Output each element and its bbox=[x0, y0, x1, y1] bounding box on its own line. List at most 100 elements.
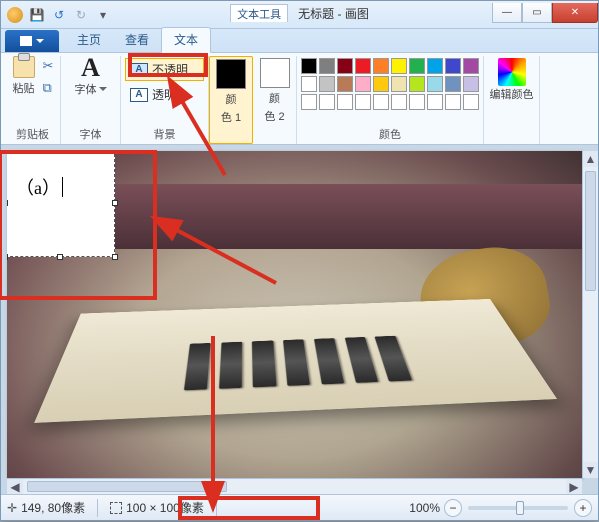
close-button[interactable]: ✕ bbox=[552, 3, 598, 23]
save-icon[interactable]: 💾 bbox=[29, 7, 45, 23]
group-background: A 不透明 A 透明 背景 bbox=[121, 56, 209, 144]
palette-swatch[interactable] bbox=[463, 58, 479, 74]
palette-swatch[interactable] bbox=[409, 58, 425, 74]
status-cursor-position: 149, 80像素 bbox=[7, 499, 85, 516]
group-label-clipboard: 剪贴板 bbox=[9, 126, 56, 142]
edit-colors-button[interactable]: 编辑颜色 bbox=[484, 56, 540, 144]
palette-swatch[interactable] bbox=[445, 58, 461, 74]
palette-swatch[interactable] bbox=[427, 58, 443, 74]
zoom-out-button[interactable]: − bbox=[444, 499, 462, 517]
group-clipboard: 粘贴 ✂ ⧉ 剪贴板 bbox=[5, 56, 61, 144]
color1-label-l2: 色 1 bbox=[221, 109, 241, 125]
palette-swatch[interactable] bbox=[391, 58, 407, 74]
cursor-position-text: 149, 80像素 bbox=[21, 499, 85, 516]
canvas[interactable]: （a） bbox=[7, 151, 582, 478]
qat-customize-icon[interactable]: ▾ bbox=[95, 7, 111, 23]
title-bar: 💾 ↺ ↻ ▾ 文本工具 无标题 - 画图 — ▭ ✕ bbox=[1, 1, 598, 29]
clipboard-icon bbox=[13, 56, 35, 78]
scroll-left-icon[interactable]: ◀ bbox=[7, 479, 23, 494]
group-label-background: 背景 bbox=[125, 126, 204, 142]
color2-button[interactable]: 颜 色 2 bbox=[253, 56, 297, 144]
font-glyph-icon: A bbox=[81, 55, 100, 81]
zoom-thumb[interactable] bbox=[516, 501, 524, 515]
palette-swatch[interactable] bbox=[463, 94, 479, 110]
tab-text[interactable]: 文本 bbox=[161, 27, 211, 53]
hscroll-thumb[interactable] bbox=[27, 481, 227, 492]
scroll-up-icon[interactable]: ▲ bbox=[583, 151, 598, 167]
palette-swatch[interactable] bbox=[391, 76, 407, 92]
contextual-tab-label: 文本工具 bbox=[230, 4, 288, 22]
edit-colors-icon bbox=[498, 58, 526, 86]
resize-handle-br[interactable] bbox=[112, 254, 118, 260]
app-icon bbox=[7, 7, 23, 23]
palette-swatch[interactable] bbox=[409, 94, 425, 110]
color1-button[interactable]: 颜 色 1 bbox=[209, 56, 253, 144]
resize-handle-mr[interactable] bbox=[112, 200, 118, 206]
palette-swatch[interactable] bbox=[427, 94, 443, 110]
palette-swatch[interactable] bbox=[301, 94, 317, 110]
opaque-icon: A bbox=[130, 63, 148, 77]
resize-handle-tr[interactable] bbox=[112, 151, 118, 152]
font-label: 字体 bbox=[75, 81, 107, 97]
copy-icon[interactable]: ⧉ bbox=[43, 80, 57, 96]
palette-swatch[interactable] bbox=[319, 76, 335, 92]
resize-handle-ml[interactable] bbox=[7, 200, 8, 206]
horizontal-scrollbar[interactable]: ◀ ▶ bbox=[7, 478, 582, 494]
vertical-scrollbar[interactable]: ▲ ▼ bbox=[582, 151, 598, 478]
file-menu-button[interactable] bbox=[5, 30, 59, 52]
palette-swatch[interactable] bbox=[409, 76, 425, 92]
palette-swatch[interactable] bbox=[391, 94, 407, 110]
font-dropdown[interactable]: A 字体 bbox=[73, 56, 109, 96]
undo-icon[interactable]: ↺ bbox=[51, 7, 67, 23]
zoom-track[interactable] bbox=[468, 506, 568, 510]
canvas-area: （a） ▲ ▼ ◀ ▶ bbox=[1, 145, 598, 494]
transparent-label: 透明 bbox=[152, 86, 176, 103]
palette-swatch[interactable] bbox=[337, 76, 353, 92]
resize-handle-tm[interactable] bbox=[57, 151, 63, 152]
status-separator bbox=[216, 499, 217, 517]
redo-icon[interactable]: ↻ bbox=[73, 7, 89, 23]
palette-swatch[interactable] bbox=[319, 58, 335, 74]
palette-swatch[interactable] bbox=[445, 94, 461, 110]
palette-swatch[interactable] bbox=[427, 76, 443, 92]
zoom-in-button[interactable]: + bbox=[574, 499, 592, 517]
paste-label: 粘贴 bbox=[13, 80, 35, 96]
text-box[interactable]: （a） bbox=[7, 151, 115, 257]
color1-swatch bbox=[216, 59, 246, 89]
background-opaque-button[interactable]: A 不透明 bbox=[125, 58, 204, 81]
scroll-right-icon[interactable]: ▶ bbox=[566, 479, 582, 494]
minimize-button[interactable]: — bbox=[492, 3, 522, 23]
resize-handle-bm[interactable] bbox=[57, 254, 63, 260]
group-colors: 颜色 bbox=[297, 56, 484, 144]
tab-view[interactable]: 查看 bbox=[113, 28, 161, 52]
palette-swatch[interactable] bbox=[355, 94, 371, 110]
palette-swatch[interactable] bbox=[355, 58, 371, 74]
palette-swatch[interactable] bbox=[373, 58, 389, 74]
palette-swatch[interactable] bbox=[445, 76, 461, 92]
palette-swatch[interactable] bbox=[337, 94, 353, 110]
edit-colors-label: 编辑颜色 bbox=[490, 86, 534, 102]
ribbon: 粘贴 ✂ ⧉ 剪贴板 A 字体 字体 A 不透明 bbox=[1, 53, 598, 145]
resize-handle-tl[interactable] bbox=[7, 151, 8, 152]
transparent-icon: A bbox=[130, 88, 148, 102]
palette-swatch[interactable] bbox=[373, 76, 389, 92]
paste-button[interactable]: 粘贴 bbox=[9, 56, 39, 96]
vscroll-thumb[interactable] bbox=[585, 171, 596, 291]
palette-swatch[interactable] bbox=[301, 76, 317, 92]
palette-swatch[interactable] bbox=[373, 94, 389, 110]
tab-home[interactable]: 主页 bbox=[65, 28, 113, 52]
background-transparent-button[interactable]: A 透明 bbox=[125, 83, 204, 106]
palette-swatch[interactable] bbox=[301, 58, 317, 74]
palette-swatch[interactable] bbox=[337, 58, 353, 74]
photo-newspaper bbox=[34, 299, 557, 423]
palette-swatch[interactable] bbox=[355, 76, 371, 92]
resize-handle-bl[interactable] bbox=[7, 254, 8, 260]
cut-icon[interactable]: ✂ bbox=[43, 58, 57, 74]
color1-label-l1: 颜 bbox=[226, 91, 237, 107]
maximize-button[interactable]: ▭ bbox=[522, 3, 552, 23]
palette-swatch[interactable] bbox=[319, 94, 335, 110]
palette-swatch[interactable] bbox=[463, 76, 479, 92]
palette-row-3 bbox=[301, 94, 479, 110]
scroll-down-icon[interactable]: ▼ bbox=[583, 462, 598, 478]
status-zoom: 100% − + bbox=[409, 499, 592, 517]
